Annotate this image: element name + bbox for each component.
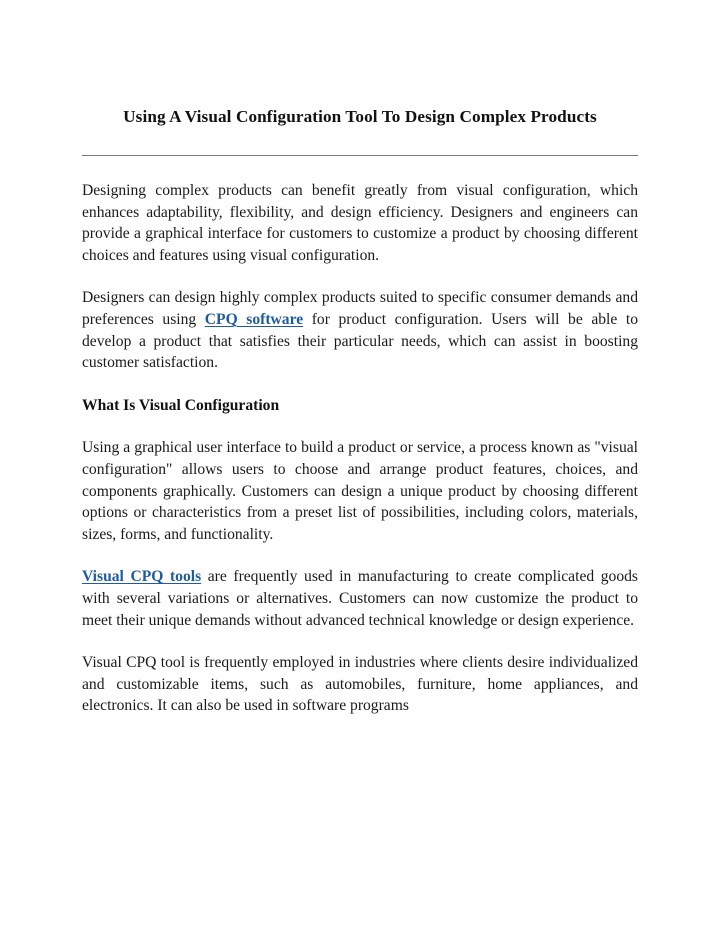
- paragraph-2: Designers can design highly complex prod…: [82, 287, 638, 373]
- document-page: Using A Visual Configuration Tool To Des…: [0, 0, 720, 931]
- paragraph-1: Designing complex products can benefit g…: [82, 182, 638, 264]
- visual-cpq-tools-link[interactable]: Visual CPQ tools: [82, 568, 201, 585]
- document-content: Using A Visual Configuration Tool To Des…: [82, 104, 638, 717]
- title-divider: [82, 155, 638, 156]
- paragraph-4: Visual CPQ tools are frequently used in …: [82, 566, 638, 631]
- page-title: Using A Visual Configuration Tool To Des…: [123, 107, 597, 126]
- section-heading-what-is-visual-configuration: What Is Visual Configuration: [82, 396, 280, 414]
- paragraph-3: Using a graphical user interface to buil…: [82, 439, 638, 543]
- cpq-software-link[interactable]: CPQ software: [205, 311, 303, 328]
- paragraph-5: Visual CPQ tool is frequently employed i…: [82, 654, 638, 715]
